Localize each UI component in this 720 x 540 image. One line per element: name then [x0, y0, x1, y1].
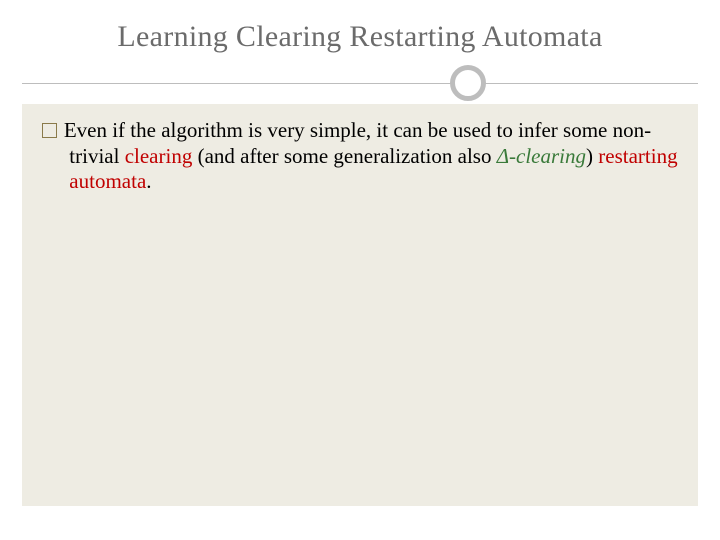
divider-circle-icon	[450, 65, 486, 101]
text-fragment: (and after some generalization also	[192, 144, 496, 168]
slide: Learning Clearing Restarting Automata Ev…	[0, 0, 720, 540]
page-title: Learning Clearing Restarting Automata	[0, 20, 720, 54]
title-area: Learning Clearing Restarting Automata	[0, 0, 720, 68]
divider	[0, 68, 720, 98]
content-box: Even if the algorithm is very simple, it…	[22, 104, 698, 506]
text-fragment: .	[146, 169, 151, 193]
text-clearing: clearing	[125, 144, 193, 168]
text-fragment: )	[586, 144, 598, 168]
square-bullet-icon	[42, 123, 57, 138]
text-delta-clearing: Δ-clearing	[497, 144, 586, 168]
bullet-item: Even if the algorithm is very simple, it…	[42, 118, 678, 195]
divider-line	[22, 83, 698, 84]
